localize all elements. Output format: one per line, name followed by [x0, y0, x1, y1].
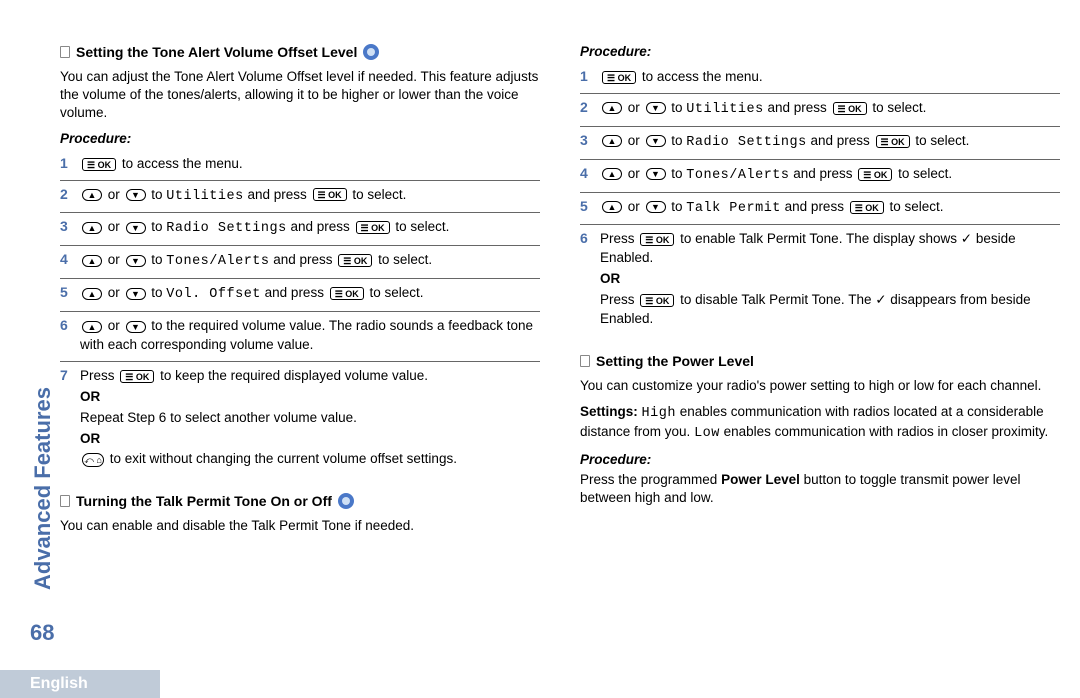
ok-key-icon: ☰ OK: [82, 158, 116, 171]
step-5: 5 ▲ or ▼ to Vol. Offset and press ☰ OK t…: [60, 279, 540, 312]
footer-language: English: [0, 670, 160, 698]
up-key-icon: ▲: [82, 189, 102, 201]
intro-text: You can adjust the Tone Alert Volume Off…: [60, 68, 540, 123]
heading-tone-alert-offset: Setting the Tone Alert Volume Offset Lev…: [60, 44, 540, 60]
step-1: 1 ☰ OK to access the menu.: [580, 63, 1060, 94]
intro-text: You can enable and disable the Talk Perm…: [60, 517, 540, 535]
heading-text: Turning the Talk Permit Tone On or Off: [76, 493, 332, 509]
procedure-label: Procedure:: [580, 452, 1060, 467]
step-6: 6 Press ☰ OK to enable Talk Permit Tone.…: [580, 225, 1060, 334]
procedure-label: Procedure:: [580, 44, 1060, 59]
back-key-icon: ⤺ ⌂: [82, 453, 104, 467]
page-number: 68: [30, 620, 54, 646]
doc-icon: [60, 46, 70, 58]
doc-icon: [60, 495, 70, 507]
heading-text: Setting the Power Level: [596, 353, 754, 369]
settings-text: Settings: High enables communication wit…: [580, 403, 1060, 443]
procedure-text: Press the programmed Power Level button …: [580, 471, 1060, 507]
step-5: 5 ▲ or ▼ to Talk Permit and press ☰ OK t…: [580, 193, 1060, 226]
step-1: 1 ☰ OK to access the menu.: [60, 150, 540, 181]
heading-text: Setting the Tone Alert Volume Offset Lev…: [76, 44, 357, 60]
intro-text: You can customize your radio's power set…: [580, 377, 1060, 395]
sidebar-section-label: Advanced Features: [30, 387, 56, 590]
step-2: 2 ▲ or ▼ to Utilities and press ☰ OK to …: [60, 181, 540, 214]
step-7: 7 Press ☰ OK to keep the required displa…: [60, 362, 540, 475]
procedure-label: Procedure:: [60, 131, 540, 146]
step-3: 3 ▲ or ▼ to Radio Settings and press ☰ O…: [580, 127, 1060, 160]
step-4: 4 ▲ or ▼ to Tones/Alerts and press ☰ OK …: [60, 246, 540, 279]
ok-key-icon: ☰ OK: [313, 188, 347, 201]
down-key-icon: ▼: [126, 189, 146, 201]
heading-power-level: Setting the Power Level: [580, 353, 1060, 369]
step-6: 6 ▲ or ▼ to the required volume value. T…: [60, 312, 540, 362]
step-2: 2 ▲ or ▼ to Utilities and press ☰ OK to …: [580, 94, 1060, 127]
feature-icon: [338, 493, 354, 509]
heading-talk-permit: Turning the Talk Permit Tone On or Off: [60, 493, 540, 509]
step-4: 4 ▲ or ▼ to Tones/Alerts and press ☰ OK …: [580, 160, 1060, 193]
feature-icon: [363, 44, 379, 60]
doc-icon: [580, 355, 590, 367]
step-3: 3 ▲ or ▼ to Radio Settings and press ☰ O…: [60, 213, 540, 246]
